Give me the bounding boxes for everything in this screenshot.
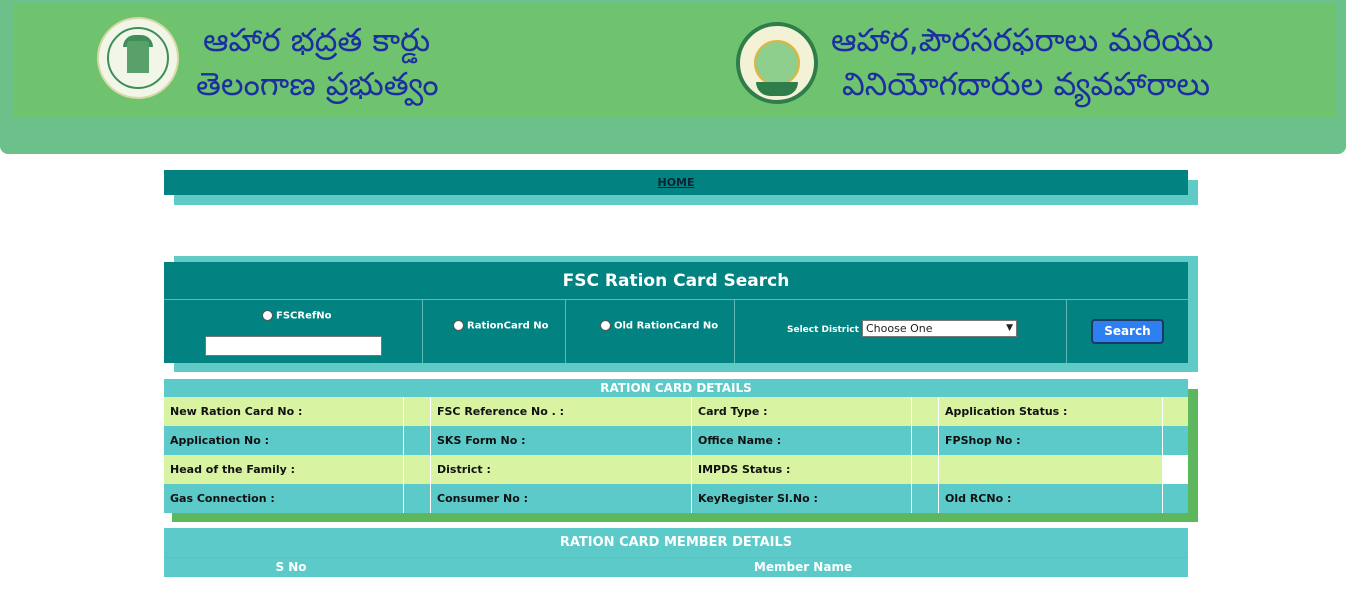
application-no-label: Application No : xyxy=(164,426,404,455)
old-rcno-label: Old RCNo : xyxy=(939,484,1163,513)
header-left-title-line1: ఆహార భద్రత కార్డు xyxy=(203,21,431,59)
new-ration-card-no-label: New Ration Card No : xyxy=(164,397,404,426)
table-row: Gas Connection : Consumer No : KeyRegist… xyxy=(164,484,1188,513)
new-ration-card-no-value xyxy=(404,397,431,426)
table-row: Head of the Family : District : IMPDS St… xyxy=(164,455,1188,484)
column-header-member-name: Member Name xyxy=(753,560,853,574)
home-link[interactable]: HOME xyxy=(657,176,694,189)
sks-form-no-label: SKS Form No : xyxy=(431,426,692,455)
impds-status-label: IMPDS Status : xyxy=(692,455,912,484)
search-button-cell: Search xyxy=(1067,300,1188,363)
rationcard-radio[interactable] xyxy=(453,320,464,331)
head-of-family-label: Head of the Family : xyxy=(164,455,404,484)
card-type-label: Card Type : xyxy=(692,397,912,426)
fscrefno-label: FSCRefNo xyxy=(276,310,332,322)
office-name-value xyxy=(912,426,939,455)
ration-card-details: RATION CARD DETAILS New Ration Card No :… xyxy=(164,379,1188,513)
old-rationcard-cell: Old RationCard No xyxy=(566,300,735,363)
tscscl-logo-icon xyxy=(736,22,818,104)
old-rationcard-label: Old RationCard No xyxy=(614,320,719,332)
blank-cell xyxy=(1163,455,1188,484)
search-title: FSC Ration Card Search xyxy=(164,262,1188,300)
fscrefno-radio[interactable] xyxy=(262,310,273,321)
details-title: RATION CARD DETAILS xyxy=(164,379,1188,397)
header-banner: ఆహార భద్రత కార్డు తెలంగాణ ప్రభుత్వం ఆహార… xyxy=(0,0,1346,154)
header-right-title-line2: వినియోగదారుల వ్యవహారాలు xyxy=(842,65,1211,103)
rationcard-cell: RationCard No xyxy=(423,300,566,363)
head-of-family-value xyxy=(404,455,431,484)
telangana-emblem-icon xyxy=(97,17,179,99)
impds-status-value xyxy=(912,455,939,484)
fpshop-no-label: FPShop No : xyxy=(939,426,1163,455)
old-rationcard-radio[interactable] xyxy=(600,320,611,331)
nav-bar: HOME xyxy=(164,170,1188,195)
empty-cell xyxy=(939,455,1163,484)
rationcard-label: RationCard No xyxy=(467,320,549,332)
application-status-label: Application Status : xyxy=(939,397,1163,426)
district-label: Select District : xyxy=(787,325,866,335)
header-right-title-line1: ఆహార,పౌరసరఫరాలు మరియు xyxy=(831,21,1214,59)
district-cell: Select District : Choose One ▼ xyxy=(735,300,1067,363)
fpshop-no-value xyxy=(1163,426,1188,455)
consumer-no-label: Consumer No : xyxy=(431,484,692,513)
keyregister-sl-no-value xyxy=(912,484,939,513)
fscrefno-cell: FSCRefNo xyxy=(164,300,423,363)
search-button[interactable]: Search xyxy=(1091,319,1164,344)
chevron-down-icon: ▼ xyxy=(1006,323,1013,333)
column-header-sno: S No xyxy=(275,560,307,574)
district-select[interactable]: Choose One ▼ xyxy=(862,320,1017,337)
office-name-label: Office Name : xyxy=(692,426,912,455)
table-row: New Ration Card No : FSC Reference No . … xyxy=(164,397,1188,426)
header-left-title-line2: తెలంగాణ ప్రభుత్వం xyxy=(196,65,439,103)
application-status-value xyxy=(1163,397,1188,426)
district-selected-value: Choose One xyxy=(866,322,933,335)
gas-connection-label: Gas Connection : xyxy=(164,484,404,513)
fscrefno-input[interactable] xyxy=(205,336,382,356)
keyregister-sl-no-label: KeyRegister Sl.No : xyxy=(692,484,912,513)
application-no-value xyxy=(404,426,431,455)
district-detail-label: District : xyxy=(431,455,692,484)
old-rcno-value xyxy=(1163,484,1188,513)
search-panel: FSC Ration Card Search FSCRefNo RationCa… xyxy=(164,262,1188,363)
member-details: RATION CARD MEMBER DETAILS S No Member N… xyxy=(164,528,1188,577)
member-details-title: RATION CARD MEMBER DETAILS xyxy=(164,528,1188,558)
table-row: Application No : SKS Form No : Office Na… xyxy=(164,426,1188,455)
gas-connection-value xyxy=(404,484,431,513)
fsc-reference-no-label: FSC Reference No . : xyxy=(431,397,692,426)
card-type-value xyxy=(912,397,939,426)
